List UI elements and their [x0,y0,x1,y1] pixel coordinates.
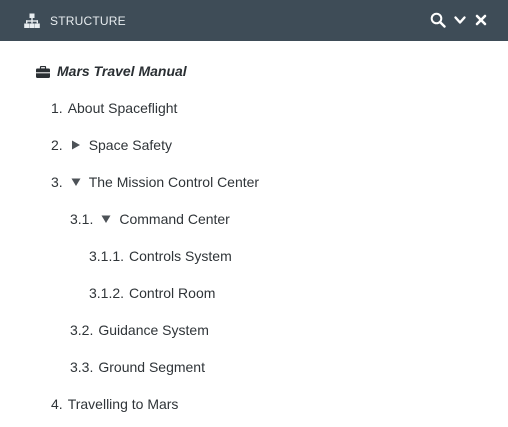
briefcase-icon [36,65,50,78]
item-label: Controls System [129,248,232,264]
tree-item-3-1[interactable]: 3.1. Command Center [70,209,230,229]
tree-item-3[interactable]: 3. The Mission Control Center [51,172,259,192]
close-button[interactable] [472,11,490,29]
item-label: Travelling to Mars [67,396,179,412]
triangle-down-icon[interactable] [70,176,82,188]
item-number: 1. [51,100,63,116]
chevron-down-icon [453,13,467,27]
item-label: The Mission Control Center [88,174,260,190]
item-number: 4. [51,396,63,412]
tree-root[interactable]: Mars Travel Manual [36,61,187,81]
tree-item-2[interactable]: 2. Space Safety [51,135,172,155]
structure-tree: Mars Travel Manual 1. About Spaceflight … [0,41,508,427]
item-number: 3.1.1. [89,248,125,264]
item-number: 3.1. [70,211,94,227]
tree-item-3-2[interactable]: 3.2. Guidance System [70,320,209,340]
structure-panel: STRUCTURE Mars Travel Manual 1. About Sp… [0,0,508,427]
close-icon [474,13,488,27]
item-number: 2. [51,137,63,153]
collapse-button[interactable] [451,11,469,29]
tree-item-3-1-1[interactable]: 3.1.1. Controls System [89,246,232,266]
item-label: Command Center [119,211,230,227]
item-label: Ground Segment [98,359,205,375]
triangle-down-icon[interactable] [100,213,112,225]
tree-item-3-1-2[interactable]: 3.1.2. Control Room [89,283,215,303]
item-number: 3.3. [70,359,94,375]
triangle-right-icon[interactable] [70,139,82,151]
item-label: Space Safety [88,137,172,153]
tree-item-1[interactable]: 1. About Spaceflight [51,98,177,118]
sitemap-icon [24,13,40,29]
item-number: 3.1.2. [89,285,125,301]
tree-item-4[interactable]: 4. Travelling to Mars [51,394,178,414]
item-label: Control Room [129,285,216,301]
search-icon [430,12,446,28]
search-button[interactable] [429,11,447,29]
item-label: About Spaceflight [67,100,178,116]
panel-title: STRUCTURE [50,14,126,28]
item-label: Guidance System [98,322,209,338]
tree-item-3-3[interactable]: 3.3. Ground Segment [70,357,205,377]
item-number: 3.2. [70,322,94,338]
root-title: Mars Travel Manual [57,63,187,79]
item-number: 3. [51,174,63,190]
panel-header: STRUCTURE [0,0,508,41]
